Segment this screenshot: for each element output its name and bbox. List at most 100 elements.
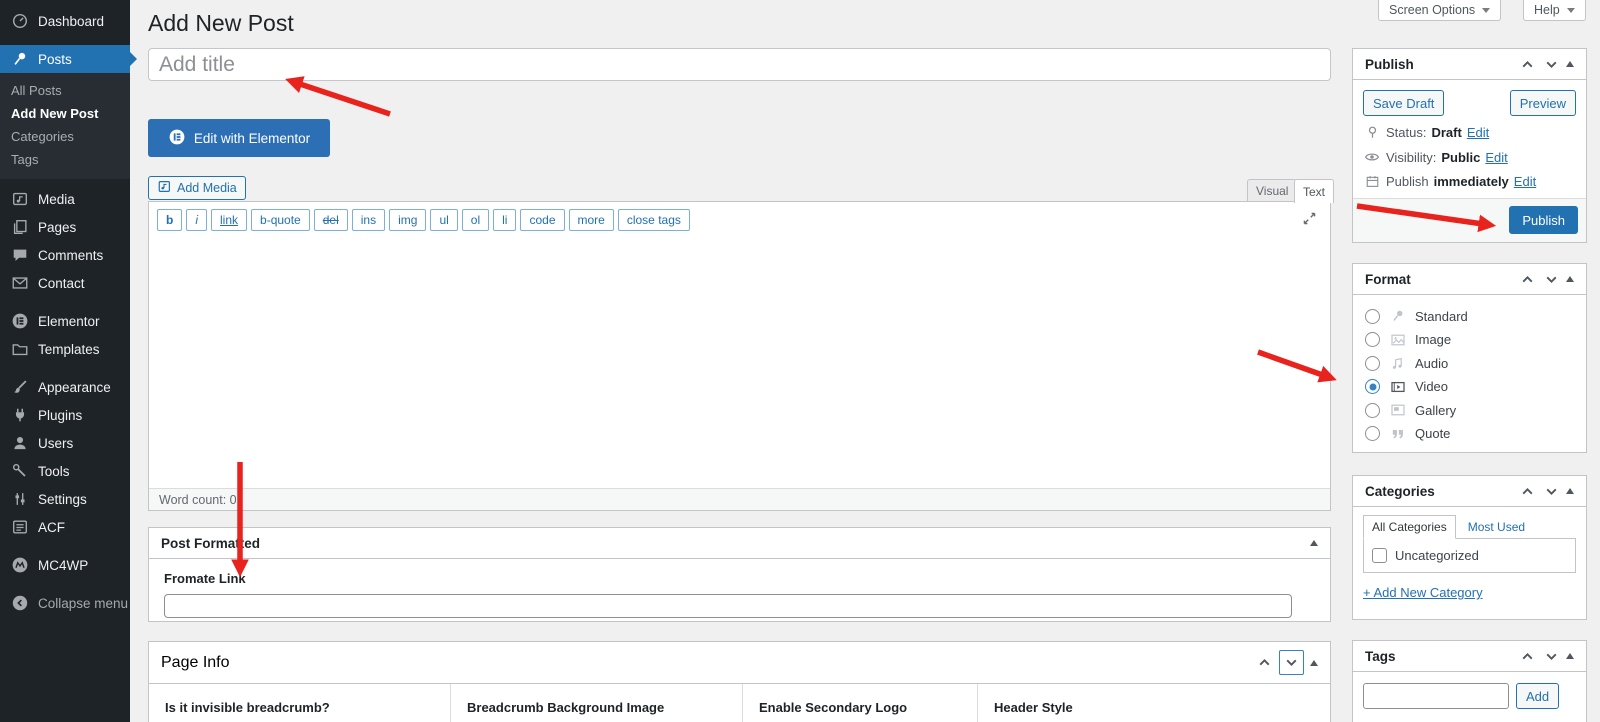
- mc4wp-icon: [9, 556, 31, 574]
- qt-ul-button[interactable]: ul: [430, 209, 457, 231]
- user-icon: [9, 434, 31, 452]
- comment-bubble-icon: [9, 246, 31, 264]
- order-up-button[interactable]: [1518, 55, 1536, 73]
- new-tag-input[interactable]: [1363, 683, 1509, 709]
- qt-img-button[interactable]: img: [389, 209, 426, 231]
- sidebar-item-media[interactable]: Media: [0, 185, 130, 213]
- sidebar-item-plugins[interactable]: Plugins: [0, 401, 130, 429]
- sidebar-item-label: Dashboard: [38, 14, 104, 29]
- sidebar-item-pages[interactable]: Pages: [0, 213, 130, 241]
- dashboard-icon: [9, 12, 31, 30]
- sidebar-item-posts[interactable]: Posts: [0, 45, 130, 73]
- radio-quote[interactable]: [1365, 426, 1380, 441]
- sidebar-item-users[interactable]: Users: [0, 429, 130, 457]
- collapse-toggle-icon[interactable]: [1566, 653, 1574, 659]
- edit-with-elementor-button[interactable]: Edit with Elementor: [148, 119, 330, 157]
- tab-all-categories[interactable]: All Categories: [1363, 515, 1456, 539]
- chevron-down-icon: [1567, 8, 1575, 13]
- publish-actions-footer: Publish: [1353, 198, 1586, 242]
- radio-standard[interactable]: [1365, 309, 1380, 324]
- pin-icon: [1388, 308, 1407, 324]
- order-down-button[interactable]: [1542, 647, 1560, 665]
- radio-audio[interactable]: [1365, 356, 1380, 371]
- qt-italic-button[interactable]: i: [186, 209, 207, 231]
- qt-link-button[interactable]: link: [211, 209, 247, 231]
- tab-most-used[interactable]: Most Used: [1468, 516, 1525, 538]
- formate-link-input[interactable]: [164, 594, 1292, 618]
- radio-gallery[interactable]: [1365, 403, 1380, 418]
- sidebar-item-label: MC4WP: [38, 558, 88, 573]
- help-button[interactable]: Help: [1523, 0, 1586, 21]
- editor-content-area[interactable]: [149, 238, 1330, 466]
- qt-li-button[interactable]: li: [493, 209, 516, 231]
- submenu-categories[interactable]: Categories: [0, 125, 130, 148]
- order-up-button[interactable]: [1255, 654, 1273, 672]
- sidebar-item-label: Elementor: [38, 314, 100, 329]
- submenu-add-new-post[interactable]: Add New Post: [0, 102, 130, 125]
- qt-bquote-button[interactable]: b-quote: [251, 209, 310, 231]
- add-tag-button[interactable]: Add: [1516, 683, 1559, 709]
- sidebar-item-contact[interactable]: Contact: [0, 269, 130, 297]
- collapse-toggle-icon[interactable]: [1310, 540, 1318, 546]
- edit-schedule-link[interactable]: Edit: [1514, 174, 1536, 189]
- radio-image[interactable]: [1365, 332, 1380, 347]
- fullscreen-icon[interactable]: [1301, 210, 1318, 232]
- tab-text[interactable]: Text: [1294, 179, 1334, 203]
- format-option-quote: Quote: [1365, 426, 1574, 442]
- sidebar-item-tools[interactable]: Tools: [0, 457, 130, 485]
- sidebar-item-collapse-menu[interactable]: Collapse menu: [0, 589, 130, 617]
- sidebar-item-acf[interactable]: ACF: [0, 513, 130, 541]
- qt-code-button[interactable]: code: [520, 209, 564, 231]
- post-title-input[interactable]: [148, 48, 1331, 81]
- screen-options-button[interactable]: Screen Options: [1378, 0, 1501, 21]
- qt-more-button[interactable]: more: [569, 209, 614, 231]
- preview-button[interactable]: Preview: [1510, 90, 1576, 116]
- gallery-icon: [1388, 402, 1407, 418]
- collapse-toggle-icon[interactable]: [1310, 660, 1318, 666]
- audio-icon: [1388, 355, 1407, 371]
- sidebar-item-elementor[interactable]: Elementor: [0, 307, 130, 335]
- category-item: Uncategorized: [1372, 548, 1567, 563]
- sidebar-item-mc4wp[interactable]: MC4WP: [0, 551, 130, 579]
- submenu-all-posts[interactable]: All Posts: [0, 79, 130, 102]
- publish-button[interactable]: Publish: [1509, 206, 1578, 234]
- order-up-button[interactable]: [1518, 482, 1536, 500]
- qt-del-button[interactable]: del: [314, 209, 348, 231]
- uncategorized-checkbox[interactable]: [1372, 548, 1387, 563]
- sidebar-item-comments[interactable]: Comments: [0, 241, 130, 269]
- column-header: Breadcrumb Background Image: [451, 684, 743, 722]
- qt-bold-button[interactable]: b: [157, 209, 182, 231]
- word-count-bar: Word count: 0: [149, 488, 1330, 510]
- order-down-button[interactable]: [1279, 650, 1304, 675]
- submenu-tags[interactable]: Tags: [0, 148, 130, 171]
- order-up-button[interactable]: [1518, 647, 1536, 665]
- radio-video[interactable]: [1365, 379, 1380, 394]
- panel-title: Categories: [1365, 484, 1435, 499]
- collapse-toggle-icon[interactable]: [1566, 276, 1574, 282]
- qt-ins-button[interactable]: ins: [352, 209, 385, 231]
- pin-icon: [9, 50, 31, 68]
- edit-status-link[interactable]: Edit: [1467, 125, 1489, 140]
- sidebar-item-templates[interactable]: Templates: [0, 335, 130, 363]
- sidebar-item-settings[interactable]: Settings: [0, 485, 130, 513]
- post-formatted-metabox: Post Formatted Fromate Link: [148, 527, 1331, 622]
- qt-closetags-button[interactable]: close tags: [618, 209, 690, 231]
- qt-ol-button[interactable]: ol: [462, 209, 489, 231]
- order-down-button[interactable]: [1542, 55, 1560, 73]
- sidebar-item-dashboard[interactable]: Dashboard: [0, 7, 130, 35]
- order-down-button[interactable]: [1542, 270, 1560, 288]
- edit-visibility-link[interactable]: Edit: [1485, 150, 1507, 165]
- collapse-toggle-icon[interactable]: [1566, 488, 1574, 494]
- add-media-button[interactable]: Add Media: [148, 176, 246, 200]
- order-up-button[interactable]: [1518, 270, 1536, 288]
- tab-visual[interactable]: Visual: [1247, 179, 1297, 202]
- add-new-category-link[interactable]: + Add New Category: [1363, 585, 1483, 600]
- order-down-button[interactable]: [1542, 482, 1560, 500]
- sidebar-item-appearance[interactable]: Appearance: [0, 373, 130, 401]
- collapse-toggle-icon[interactable]: [1566, 61, 1574, 67]
- quicktags-toolbar: b i link b-quote del ins img ul ol li co…: [149, 202, 1330, 238]
- category-checklist: Uncategorized: [1363, 538, 1576, 573]
- sidebar-item-label: ACF: [38, 520, 65, 535]
- format-panel: Format Standard Image Audio: [1352, 263, 1587, 453]
- save-draft-button[interactable]: Save Draft: [1363, 90, 1444, 116]
